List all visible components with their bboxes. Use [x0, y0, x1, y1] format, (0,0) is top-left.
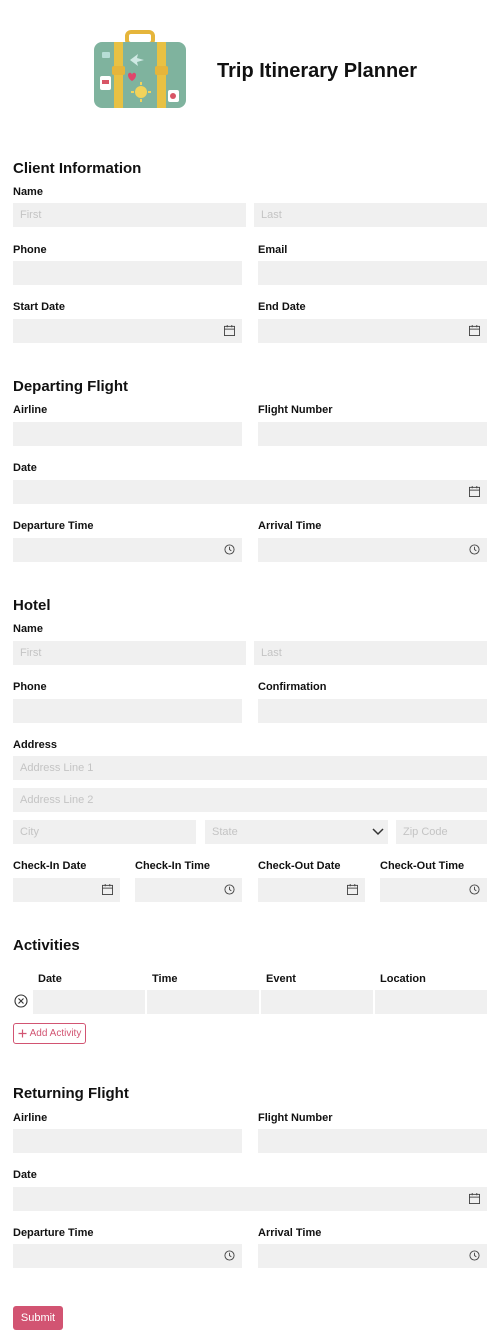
- clock-icon[interactable]: [469, 544, 480, 555]
- activity-date-cell[interactable]: [33, 990, 145, 1014]
- plus-icon: [18, 1029, 27, 1038]
- hotel-first-name-placeholder: First: [20, 647, 42, 659]
- ret-flight-number-label: Flight Number: [258, 1112, 333, 1124]
- add-activity-button[interactable]: Add Activity: [13, 1023, 86, 1044]
- client-email-input[interactable]: [258, 261, 487, 285]
- clock-icon[interactable]: [224, 1250, 235, 1261]
- ret-airline-label: Airline: [13, 1112, 48, 1124]
- hotel-name-label: Name: [13, 623, 43, 635]
- dep-airline-label: Airline: [13, 404, 48, 416]
- hotel-section-heading: Hotel: [13, 597, 51, 614]
- dep-date-input[interactable]: [13, 480, 487, 504]
- checkout-time-input[interactable]: [380, 878, 487, 902]
- remove-row-icon[interactable]: [14, 994, 28, 1008]
- client-first-name-input[interactable]: First: [13, 203, 246, 227]
- calendar-icon[interactable]: [469, 486, 480, 497]
- hotel-last-name-input[interactable]: Last: [254, 641, 487, 665]
- dep-departure-time-input[interactable]: [13, 538, 242, 562]
- state-placeholder: State: [212, 826, 238, 838]
- state-select[interactable]: State: [205, 820, 388, 844]
- activities-section-heading: Activities: [13, 937, 80, 954]
- hotel-first-name-input[interactable]: First: [13, 641, 246, 665]
- address-line2-placeholder: Address Line 2: [20, 794, 94, 806]
- client-phone-input[interactable]: [13, 261, 242, 285]
- checkout-date-input[interactable]: [258, 878, 365, 902]
- activity-time-cell[interactable]: [147, 990, 259, 1014]
- dep-date-label: Date: [13, 462, 37, 474]
- dep-airline-input[interactable]: [13, 422, 242, 446]
- checkin-date-input[interactable]: [13, 878, 120, 902]
- zip-code-placeholder: Zip Code: [403, 826, 448, 838]
- ret-date-input[interactable]: [13, 1187, 487, 1211]
- hotel-address-label: Address: [13, 739, 58, 751]
- checkout-time-label: Check-Out Time: [380, 860, 465, 872]
- add-activity-label: Add Activity: [29, 1028, 82, 1039]
- start-date-label: Start Date: [13, 301, 65, 313]
- ret-departure-time-input[interactable]: [13, 1244, 242, 1268]
- client-section-heading: Client Information: [13, 160, 142, 177]
- client-name-label: Name: [13, 186, 43, 198]
- dep-arrival-time-label: Arrival Time: [258, 520, 322, 532]
- returning-section-heading: Returning Flight: [13, 1085, 129, 1102]
- calendar-icon[interactable]: [347, 884, 358, 895]
- calendar-icon[interactable]: [224, 325, 235, 336]
- checkin-time-label: Check-In Time: [135, 860, 210, 872]
- dep-arrival-time-input[interactable]: [258, 538, 487, 562]
- clock-icon[interactable]: [224, 544, 235, 555]
- activities-col-date: Date: [38, 973, 62, 985]
- hotel-phone-label: Phone: [13, 681, 47, 693]
- address-line1-placeholder: Address Line 1: [20, 762, 94, 774]
- dep-departure-time-label: Departure Time: [13, 520, 94, 532]
- end-date-input[interactable]: [258, 319, 487, 343]
- ret-departure-time-label: Departure Time: [13, 1227, 94, 1239]
- hotel-phone-input[interactable]: [13, 699, 242, 723]
- checkin-date-label: Check-In Date: [13, 860, 87, 872]
- city-input[interactable]: City: [13, 820, 196, 844]
- activity-event-cell[interactable]: [261, 990, 373, 1014]
- checkin-time-input[interactable]: [135, 878, 242, 902]
- clock-icon[interactable]: [224, 884, 235, 895]
- calendar-icon[interactable]: [469, 325, 480, 336]
- hotel-confirmation-input[interactable]: [258, 699, 487, 723]
- submit-button[interactable]: Submit: [13, 1306, 63, 1330]
- address-line1-input[interactable]: Address Line 1: [13, 756, 487, 780]
- suitcase-icon: [94, 30, 186, 108]
- hotel-last-name-placeholder: Last: [261, 647, 282, 659]
- activities-col-event: Event: [266, 973, 296, 985]
- chevron-down-icon[interactable]: [372, 827, 384, 837]
- calendar-icon[interactable]: [469, 1193, 480, 1204]
- page-title: Trip Itinerary Planner: [217, 60, 418, 82]
- client-email-label: Email: [258, 244, 288, 256]
- ret-airline-input[interactable]: [13, 1129, 242, 1153]
- dep-flight-number-label: Flight Number: [258, 404, 333, 416]
- clock-icon[interactable]: [469, 884, 480, 895]
- client-last-name-input[interactable]: Last: [254, 203, 487, 227]
- form-header: Trip Itinerary Planner: [0, 0, 500, 130]
- ret-arrival-time-input[interactable]: [258, 1244, 487, 1268]
- client-first-name-placeholder: First: [20, 209, 42, 221]
- departing-section-heading: Departing Flight: [13, 378, 128, 395]
- ret-flight-number-input[interactable]: [258, 1129, 487, 1153]
- city-placeholder: City: [20, 826, 39, 838]
- ret-date-label: Date: [13, 1169, 37, 1181]
- client-phone-label: Phone: [13, 244, 47, 256]
- calendar-icon[interactable]: [102, 884, 113, 895]
- checkout-date-label: Check-Out Date: [258, 860, 341, 872]
- client-last-name-placeholder: Last: [261, 209, 282, 221]
- zip-code-input[interactable]: Zip Code: [396, 820, 487, 844]
- activity-location-cell[interactable]: [375, 990, 487, 1014]
- hotel-confirmation-label: Confirmation: [258, 681, 327, 693]
- start-date-input[interactable]: [13, 319, 242, 343]
- ret-arrival-time-label: Arrival Time: [258, 1227, 322, 1239]
- address-line2-input[interactable]: Address Line 2: [13, 788, 487, 812]
- end-date-label: End Date: [258, 301, 306, 313]
- activities-col-location: Location: [380, 973, 426, 985]
- clock-icon[interactable]: [469, 1250, 480, 1261]
- dep-flight-number-input[interactable]: [258, 422, 487, 446]
- activities-col-time: Time: [152, 973, 178, 985]
